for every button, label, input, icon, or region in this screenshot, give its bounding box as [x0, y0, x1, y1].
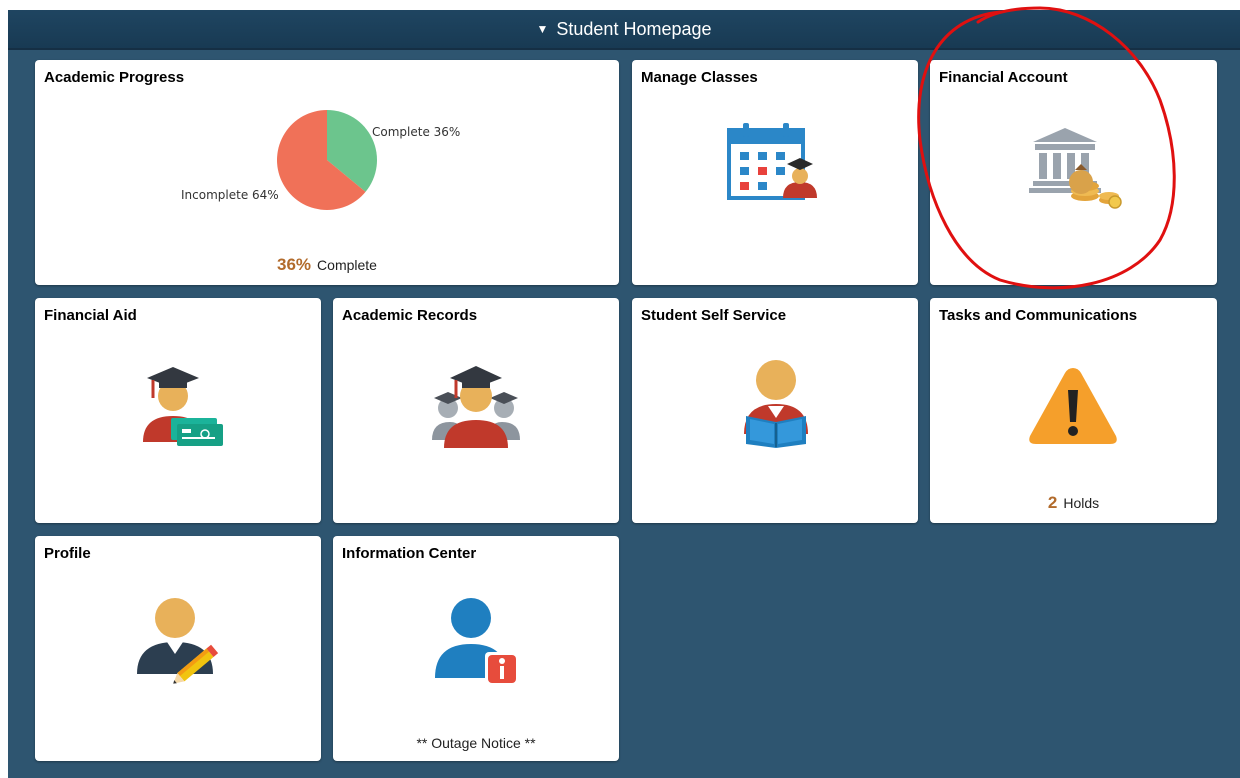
tile-title: Academic Records — [342, 307, 478, 324]
collapse-triangle-icon: ▼ — [536, 22, 549, 36]
tile-academic-progress[interactable]: Academic Progress Complete 36% Incomplet… — [35, 60, 619, 285]
tile-title: Information Center — [342, 545, 477, 562]
tile-financial-account[interactable]: Financial Account — [930, 60, 1217, 285]
pie-label-incomplete: Incomplete 64% — [181, 188, 279, 202]
tile-title: Tasks and Communications — [939, 307, 1138, 324]
tile-manage-classes[interactable]: Manage Classes — [632, 60, 918, 285]
holds-summary: 2 Holds — [930, 493, 1217, 513]
user-edit-icon — [137, 598, 219, 684]
progress-pie-chart: Complete 36% Incomplete 64% — [181, 110, 460, 210]
progress-value: 36% — [277, 255, 312, 274]
calendar-student-icon — [727, 123, 817, 200]
student-reading-icon — [744, 360, 808, 448]
tile-title: Manage Classes — [641, 69, 758, 86]
outage-notice-text: ** Outage Notice ** — [416, 735, 536, 751]
homepage-title: Student Homepage — [556, 18, 712, 39]
progress-summary: 36% Complete — [35, 255, 619, 275]
homepage-frame: ▼ Student Homepage Academic Progress Com… — [8, 10, 1240, 778]
tile-financial-aid[interactable]: Financial Aid — [35, 298, 321, 523]
tile-tasks-communications[interactable]: Tasks and Communications 2 Holds — [930, 298, 1217, 523]
tile-profile[interactable]: Profile — [35, 536, 321, 761]
graduate-money-icon — [143, 367, 223, 446]
tile-title: Financial Account — [939, 69, 1068, 86]
graduates-group-icon — [432, 366, 520, 448]
tile-title: Financial Aid — [44, 307, 137, 324]
pie-label-complete: Complete 36% — [372, 125, 460, 139]
tile-title: Profile — [44, 545, 91, 562]
tile-academic-records[interactable]: Academic Records — [333, 298, 619, 523]
warning-icon — [1029, 368, 1117, 444]
outage-notice-link[interactable]: ** Outage Notice ** — [333, 735, 619, 751]
homepage-header[interactable]: ▼ Student Homepage — [8, 10, 1240, 50]
holds-count: 2 — [1047, 493, 1058, 512]
bank-coins-icon — [1029, 128, 1122, 209]
tile-title: Student Self Service — [641, 307, 787, 324]
holds-label: Holds — [1063, 495, 1100, 511]
tile-student-self-service[interactable]: Student Self Service — [632, 298, 918, 523]
tile-information-center[interactable]: Information Center ** Outage Notice ** — [333, 536, 619, 761]
progress-label: Complete — [317, 257, 377, 273]
user-info-icon — [435, 598, 519, 686]
